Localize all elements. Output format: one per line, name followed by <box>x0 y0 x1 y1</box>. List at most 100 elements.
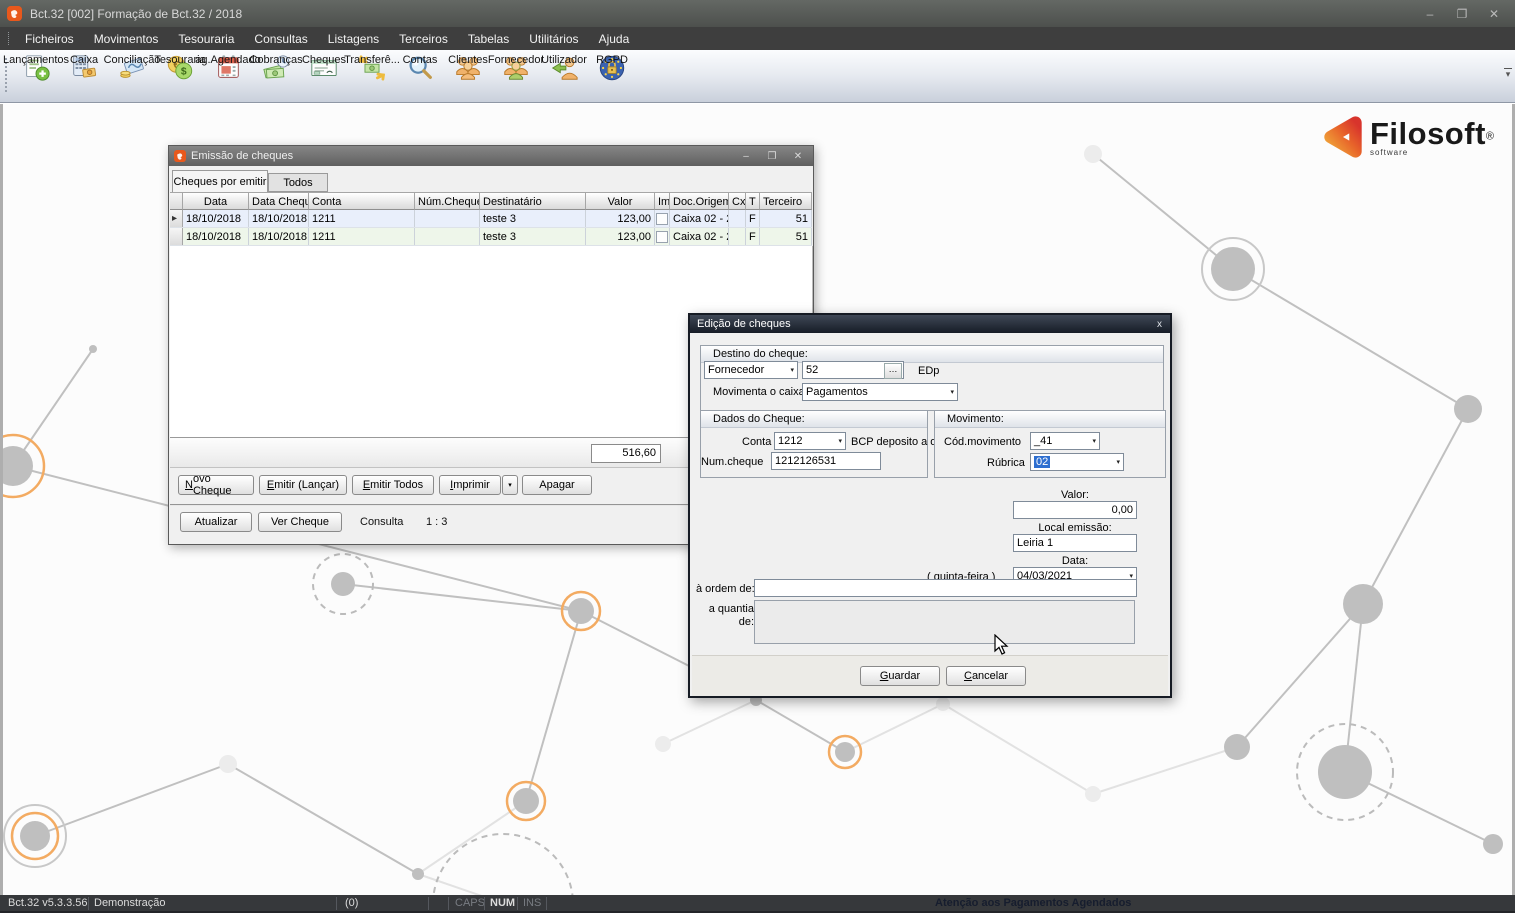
rubrica-select[interactable]: 02 ▾ <box>1030 453 1124 471</box>
movimenta-select[interactable]: Pagamentos▾ <box>802 383 958 401</box>
cell-valor: 123,00 <box>586 228 655 245</box>
data-label: Data: <box>1013 555 1137 567</box>
brand-name: Filosoft <box>1370 116 1486 151</box>
cell-cx <box>729 228 746 245</box>
browse-button[interactable]: … <box>884 363 902 379</box>
toolbar-utilizador[interactable]: Utilizador <box>540 50 588 86</box>
toolbar-concilia-o[interactable]: Conciliação <box>108 50 156 86</box>
conta-select[interactable]: 1212▾ <box>774 432 846 450</box>
cell-n-m-cheque <box>415 210 480 227</box>
apagar-button[interactable]: Apagar <box>522 475 592 495</box>
ver-cheque-button[interactable]: Ver Cheque <box>258 512 342 532</box>
movimento-legend: Movimento: <box>935 411 1165 428</box>
destino-tipo-select[interactable]: Fornecedor▾ <box>704 361 798 379</box>
column-header[interactable]: T <box>746 192 760 210</box>
cod-movimento-select[interactable]: _41▾ <box>1030 432 1100 450</box>
table-row[interactable]: 18/10/201818/10/20181211teste 3123,00Cai… <box>170 228 812 246</box>
quantia-textarea[interactable] <box>754 600 1135 644</box>
menu-utilit-rios[interactable]: Utilitários <box>519 30 588 48</box>
column-header[interactable]: Data Cheque <box>249 192 309 210</box>
emissao-maximize-icon[interactable]: ❐ <box>763 151 781 162</box>
imp-checkbox[interactable] <box>656 213 668 225</box>
column-header[interactable]: Imp <box>655 192 670 210</box>
chevron-down-icon: ▾ <box>1113 458 1120 466</box>
cell-n-m-cheque <box>415 228 480 245</box>
local-emissao-input[interactable]: Leiria 1 <box>1013 534 1137 552</box>
toolbar-fornecedor[interactable]: Fornecedor <box>492 50 540 86</box>
status-caps: CAPS <box>455 897 485 909</box>
column-header[interactable]: Valor <box>586 192 655 210</box>
status-version: Bct.32 v5.3.3.56 <box>8 897 88 909</box>
dados-legend: Dados do Cheque: <box>701 411 927 428</box>
filosoft-logo-icon <box>1320 114 1366 160</box>
column-header[interactable]: Data <box>183 192 249 210</box>
total-value: 516,60 <box>591 444 661 463</box>
tab-todos[interactable]: Todos <box>268 173 328 192</box>
toolbar-contas[interactable]: Contas <box>396 50 444 86</box>
registered-mark: ® <box>1486 130 1494 142</box>
minimize-icon[interactable]: – <box>1421 7 1439 21</box>
emissao-titlebar[interactable]: Emissão de cheques – ❐ ✕ <box>169 146 813 166</box>
novo-cheque-button[interactable]: Novo Cheque <box>178 475 254 495</box>
row-gutter <box>170 228 183 245</box>
column-header[interactable]: Cx. <box>729 192 746 210</box>
toolbar-lan-amentos[interactable]: Lançamentos <box>12 50 60 86</box>
column-header[interactable]: Destinatário <box>480 192 586 210</box>
toolbar-rgpd[interactable]: RGPD <box>588 50 636 86</box>
cell-conta: 1211 <box>309 210 415 227</box>
valor-label: Valor: <box>1013 489 1137 501</box>
cell-data-cheque: 18/10/2018 <box>249 210 309 227</box>
brand-subtitle: software <box>1370 148 1494 157</box>
ordem-input[interactable] <box>754 579 1137 597</box>
imprimir-dropdown-icon[interactable]: ▾ <box>502 475 518 495</box>
chevron-down-icon: ▾ <box>947 388 954 396</box>
toolbar-cheques[interactable]: Cheques <box>300 50 348 86</box>
menu-terceiros[interactable]: Terceiros <box>389 30 458 48</box>
table-row[interactable]: ▸18/10/201818/10/20181211teste 3123,00Ca… <box>170 210 812 228</box>
toolbar-cobran-as[interactable]: Cobranças <box>252 50 300 86</box>
consulta-range: 1 : 3 <box>426 516 447 528</box>
imprimir-button[interactable]: Imprimir <box>439 475 501 495</box>
chevron-down-icon: ▾ <box>787 366 794 374</box>
emissao-minimize-icon[interactable]: – <box>737 151 755 162</box>
emitir-todos-button[interactable]: Emitir Todos <box>352 475 434 495</box>
menu-grip <box>8 32 9 45</box>
conta-label: Conta <box>742 436 771 448</box>
menu-tesouraria[interactable]: Tesouraria <box>168 30 244 48</box>
menu-movimentos[interactable]: Movimentos <box>84 30 169 48</box>
dialog-titlebar[interactable]: Edição de cheques x <box>690 315 1170 333</box>
column-header[interactable]: Doc.Origem <box>670 192 729 210</box>
menu-listagens[interactable]: Listagens <box>318 30 389 48</box>
toolbar-transfer[interactable]: Transferê... <box>348 50 396 86</box>
tab-cheques-por-emitir[interactable]: Cheques por emitir <box>172 170 268 192</box>
column-header[interactable]: Terceiro <box>760 192 812 210</box>
column-header[interactable]: Núm.Cheque <box>415 192 480 210</box>
atualizar-button[interactable]: Atualizar <box>180 512 252 532</box>
row-selector-icon: ▸ <box>172 213 177 224</box>
dialog-title: Edição de cheques <box>697 318 791 330</box>
emissao-close-icon[interactable]: ✕ <box>789 151 807 162</box>
menu-tabelas[interactable]: Tabelas <box>458 30 519 48</box>
cancelar-button[interactable]: Cancelar <box>946 666 1026 686</box>
close-icon[interactable]: ✕ <box>1485 7 1503 21</box>
maximize-icon[interactable]: ❐ <box>1453 7 1471 21</box>
toolbar-ag-agendado[interactable]: ag.Agendado <box>204 50 252 86</box>
cell-valor: 123,00 <box>586 210 655 227</box>
valor-input[interactable]: 0,00 <box>1013 501 1137 519</box>
status-ins: INS <box>523 897 541 909</box>
cell-cx <box>729 210 746 227</box>
status-counter: (0) <box>345 897 358 909</box>
imp-checkbox[interactable] <box>656 231 668 243</box>
ordem-label: à ordem de: <box>696 583 754 595</box>
guardar-button[interactable]: Guardar <box>860 666 940 686</box>
dialog-close-icon[interactable]: x <box>1157 319 1170 330</box>
menu-ficheiros[interactable]: Ficheiros <box>15 30 84 48</box>
column-header[interactable]: Conta <box>309 192 415 210</box>
toolbar-clientes[interactable]: Clientes <box>444 50 492 86</box>
destino-codigo-input[interactable]: 52 … <box>802 361 904 379</box>
emitir-lancar-button[interactable]: Emitir (Lançar) <box>259 475 347 495</box>
toolbar-overflow-icon[interactable]: ▾ <box>1504 68 1512 78</box>
menu-consultas[interactable]: Consultas <box>244 30 317 48</box>
num-cheque-input[interactable]: 1212126531 <box>771 452 881 470</box>
menu-ajuda[interactable]: Ajuda <box>589 30 640 48</box>
